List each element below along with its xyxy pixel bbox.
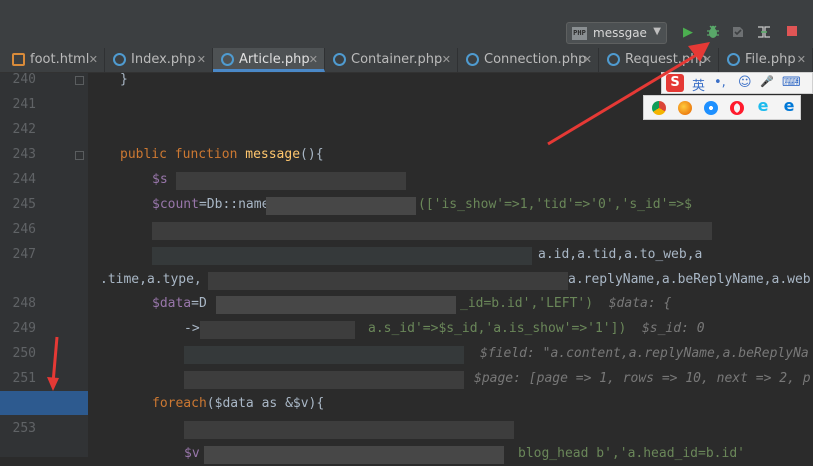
redacted-block (184, 371, 464, 389)
code-line-247-wrap-tail: a.replyName,a.beReplyName,a.web (568, 272, 811, 287)
code-line-247: a.id,a.tid,a.to_web,a (538, 247, 703, 262)
line-number: 248 (12, 296, 36, 311)
code-line-249-tail: a.s_id'=>$s_id,'a.is_show'=>'1']) $s_id:… (368, 321, 705, 336)
coverage-icon[interactable] (729, 24, 747, 42)
line-number: 246 (12, 222, 36, 237)
line-number: 247 (12, 247, 36, 262)
code-line-251: $page: [page => 1, rows => 10, next => 2… (474, 371, 811, 386)
php-class-icon (333, 53, 346, 66)
ie-icon[interactable]: e (756, 98, 770, 114)
redacted-block (266, 197, 416, 215)
line-number: 240 (12, 72, 36, 87)
tab-label: Index.php (131, 52, 196, 67)
tab-label: foot.html (30, 52, 90, 67)
fold-marker[interactable] (75, 76, 84, 85)
keyboard-icon[interactable]: ⌨ (782, 75, 801, 90)
stop-icon[interactable] (783, 24, 801, 42)
opera-icon[interactable] (730, 101, 744, 115)
edge-icon[interactable]: e (782, 98, 796, 114)
php-class-icon (727, 53, 740, 66)
code-line-245-tail: (['is_show'=>1,'tid'=>'0','s_id'=>$ (418, 197, 692, 212)
code-line-252: foreach($data as &$v){ (152, 396, 325, 411)
fold-marker[interactable] (75, 151, 84, 160)
annotation-arrow-icon (47, 336, 59, 391)
php-class-icon (113, 53, 126, 66)
profile-icon[interactable] (755, 24, 773, 42)
annotation-arrow-icon (547, 42, 710, 146)
line-number: 242 (12, 122, 36, 137)
line-number: 249 (12, 321, 36, 336)
line-number: 250 (12, 346, 36, 361)
tab-label: File.php (745, 52, 796, 67)
line-number: 253 (12, 421, 36, 436)
redacted-block (184, 346, 464, 364)
redacted-block (208, 272, 568, 290)
line-number: 245 (12, 197, 36, 212)
microphone-icon[interactable]: 🎤 (760, 75, 774, 88)
redacted-block (152, 222, 712, 240)
php-class-icon (466, 53, 479, 66)
redacted-block (216, 296, 456, 314)
redacted-block (184, 421, 514, 439)
php-class-icon (221, 53, 234, 66)
redacted-block (152, 247, 532, 265)
line-number: 241 (12, 97, 36, 112)
code-line-254-tail: blog_head b','a.head_id=b.id' (518, 446, 745, 461)
line-number: 243 (12, 147, 36, 162)
line-number: 251 (12, 371, 36, 386)
redacted-block (176, 172, 406, 190)
redacted-block (200, 321, 355, 339)
tab-label: Article.php (239, 52, 310, 67)
code-line-248-tail: _id=b.id','LEFT') $data: { (460, 296, 672, 311)
line-number: 244 (12, 172, 36, 187)
code-line-250: $field: "a.content,a.replyName,a.beReply… (480, 346, 809, 361)
emoji-icon[interactable]: ☺ (738, 75, 752, 90)
redacted-block (204, 446, 504, 464)
tab-label: Container.php (351, 52, 443, 67)
html-file-icon (12, 53, 25, 66)
